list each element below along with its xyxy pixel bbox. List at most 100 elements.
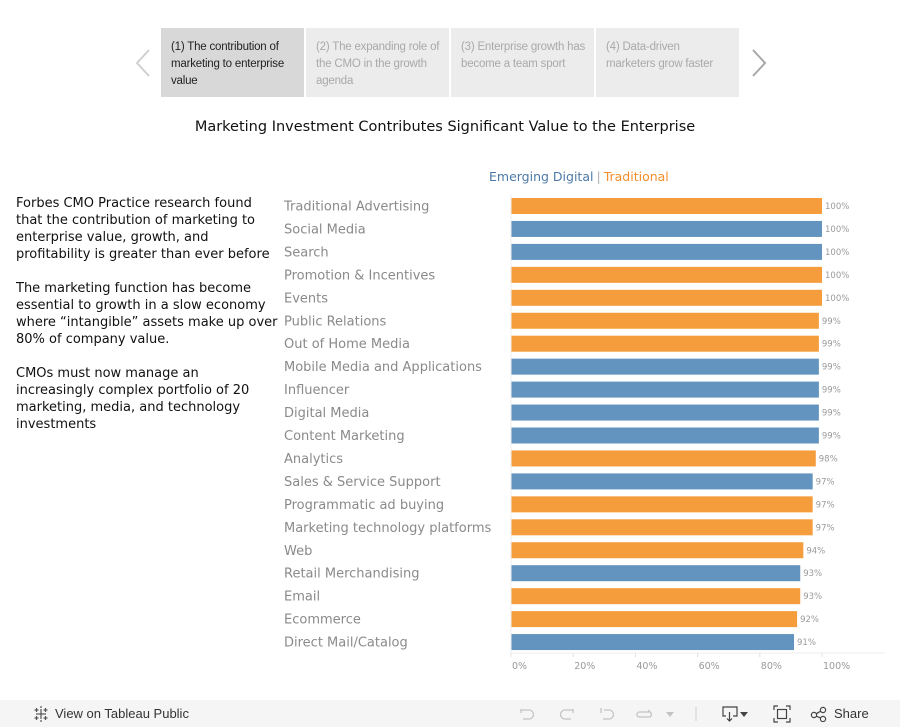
download-button[interactable] [721, 700, 751, 727]
value-label: 99% [822, 432, 841, 442]
value-label: 99% [822, 363, 841, 373]
legend: Emerging Digital | Traditional [489, 169, 669, 184]
narrative-text: Forbes CMO Practice research found that … [16, 195, 278, 450]
x-tick-label: 100% [823, 661, 850, 672]
value-label: 97% [816, 523, 835, 533]
value-label: 100% [825, 225, 849, 235]
toolbar-divider [695, 700, 697, 727]
bar[interactable] [511, 519, 813, 536]
fullscreen-button[interactable] [773, 700, 791, 727]
bar[interactable] [511, 611, 798, 628]
value-label: 100% [825, 248, 849, 258]
x-tick-label: 0% [512, 661, 527, 672]
value-label: 99% [822, 317, 841, 327]
bar[interactable] [511, 220, 822, 237]
view-on-tableau-public-label: View on Tableau Public [55, 706, 189, 721]
category-label[interactable]: Ecommerce [284, 613, 361, 628]
value-label: 98% [819, 454, 838, 464]
category-label[interactable]: Search [284, 245, 329, 260]
category-label[interactable]: Traditional Advertising [283, 200, 429, 215]
bar[interactable] [511, 312, 819, 329]
value-label: 100% [825, 202, 849, 212]
category-label[interactable]: Mobile Media and Applications [284, 360, 482, 375]
bar[interactable] [511, 266, 822, 283]
bar[interactable] [511, 588, 801, 605]
undo-button[interactable] [518, 700, 536, 727]
category-label[interactable]: Public Relations [284, 314, 387, 329]
value-label: 100% [825, 271, 849, 281]
bar[interactable] [511, 381, 819, 398]
narrative-paragraph-2: The marketing function has become essent… [16, 281, 278, 347]
bar[interactable] [511, 450, 816, 467]
narrative-paragraph-3: CMOs must now manage an increasingly com… [16, 366, 250, 432]
category-label[interactable]: Retail Merchandising [284, 567, 419, 582]
legend-separator: | [596, 169, 601, 184]
fullscreen-icon [773, 704, 791, 723]
bar[interactable] [511, 289, 822, 306]
category-label[interactable]: Promotion & Incentives [284, 268, 435, 283]
category-label[interactable]: Web [284, 544, 312, 559]
share-label: Share [834, 706, 869, 721]
bar[interactable] [511, 565, 801, 582]
category-label[interactable]: Out of Home Media [284, 337, 410, 352]
view-on-tableau-public-link[interactable]: View on Tableau Public [33, 700, 189, 727]
bar[interactable] [511, 542, 804, 559]
narrative-paragraph-1: Forbes CMO Practice research found that … [16, 196, 270, 262]
bar[interactable] [511, 427, 819, 444]
category-label[interactable]: Influencer [284, 383, 350, 398]
undo-icon [518, 706, 536, 722]
story-point-2[interactable]: (2) The expanding role of the CMO in the… [306, 28, 449, 97]
value-label: 99% [822, 409, 841, 419]
previous-story-arrow-icon[interactable] [134, 46, 154, 80]
category-label[interactable]: Direct Mail/Catalog [284, 636, 408, 651]
category-label[interactable]: Events [284, 291, 328, 306]
share-button[interactable]: Share [810, 700, 869, 727]
value-label: 99% [822, 386, 841, 396]
bar[interactable] [511, 473, 813, 490]
category-label[interactable]: Analytics [284, 452, 343, 467]
x-tick-label: 80% [761, 661, 782, 672]
bar[interactable] [511, 243, 822, 260]
next-story-arrow-icon[interactable] [748, 46, 768, 80]
story-point-3[interactable]: (3) Enterprise growth has become a team … [451, 28, 594, 97]
redo-button[interactable] [558, 700, 576, 727]
x-tick-label: 20% [574, 661, 595, 672]
legend-traditional[interactable]: Traditional [604, 169, 669, 184]
bar[interactable] [511, 198, 822, 214]
bar[interactable] [511, 404, 819, 421]
legend-emerging-digital[interactable]: Emerging Digital [489, 169, 593, 184]
value-label: 99% [822, 340, 841, 350]
refresh-button[interactable] [635, 700, 655, 727]
x-tick-label: 60% [699, 661, 720, 672]
value-label: 92% [800, 615, 819, 625]
category-label[interactable]: Email [284, 590, 320, 605]
bottom-toolbar: View on Tableau Public Share [0, 700, 900, 727]
download-icon [721, 705, 751, 723]
pause-dropdown-button[interactable] [665, 700, 675, 727]
revert-icon [598, 706, 616, 722]
caret-down-icon [665, 709, 675, 719]
chart-title: Marketing Investment Contributes Signifi… [194, 119, 696, 135]
bar[interactable] [511, 335, 819, 352]
category-label[interactable]: Content Marketing [284, 429, 405, 444]
story-point-4[interactable]: (4) Data-driven marketers grow faster [596, 28, 739, 97]
tableau-logo-icon [33, 705, 49, 722]
value-label: 94% [806, 546, 825, 556]
category-label[interactable]: Sales & Service Support [284, 475, 441, 490]
bar[interactable] [511, 496, 813, 513]
category-label[interactable]: Marketing technology platforms [284, 521, 491, 536]
category-label[interactable]: Social Media [284, 222, 366, 237]
redo-icon [558, 706, 576, 722]
category-label[interactable]: Digital Media [284, 406, 369, 421]
bar[interactable] [511, 634, 795, 651]
bar[interactable] [511, 358, 819, 375]
value-label: 100% [825, 294, 849, 304]
value-label: 97% [816, 477, 835, 487]
x-tick-label: 40% [636, 661, 657, 672]
value-label: 93% [803, 569, 822, 579]
story-navigator: (1) The contribution of marketing to ent… [161, 28, 739, 97]
category-label[interactable]: Programmatic ad buying [284, 498, 444, 513]
story-point-1[interactable]: (1) The contribution of marketing to ent… [161, 28, 304, 97]
revert-button[interactable] [598, 700, 616, 727]
refresh-icon [635, 706, 655, 722]
